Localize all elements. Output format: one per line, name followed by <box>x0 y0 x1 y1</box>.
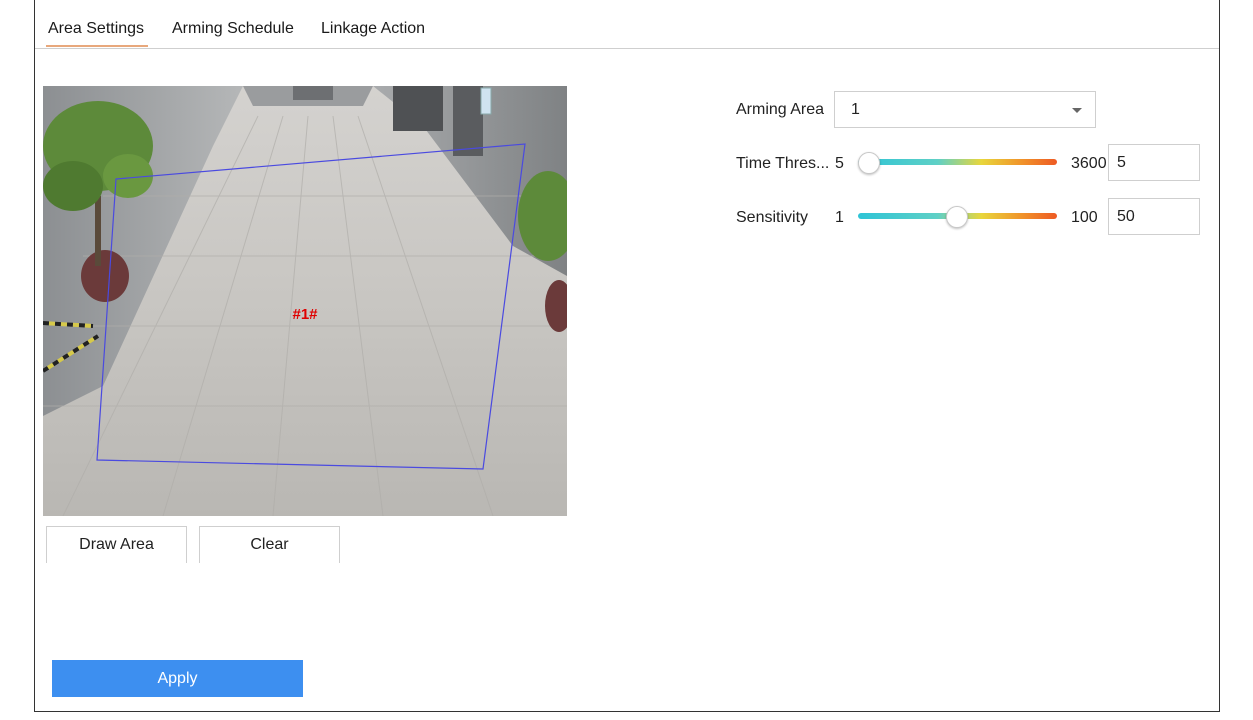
tab-arming-schedule[interactable]: Arming Schedule <box>172 20 294 38</box>
region-label: #1# <box>292 306 318 323</box>
settings-panel: Area Settings Arming Schedule Linkage Ac… <box>34 0 1220 712</box>
arming-area-select[interactable]: 1 <box>834 91 1096 128</box>
draw-area-button[interactable]: Draw Area <box>46 526 187 563</box>
sensitivity-max: 100 <box>1071 209 1098 226</box>
arming-area-label: Arming Area <box>736 101 825 118</box>
sensitivity-min: 1 <box>835 209 844 226</box>
sensitivity-input[interactable]: 50 <box>1108 198 1200 235</box>
time-threshold-min: 5 <box>835 155 844 172</box>
tab-linkage-action[interactable]: Linkage Action <box>321 20 425 38</box>
arming-area-value: 1 <box>851 101 860 118</box>
clear-button[interactable]: Clear <box>199 526 340 563</box>
tab-bar: Area Settings Arming Schedule Linkage Ac… <box>35 0 1219 49</box>
sensitivity-slider-handle[interactable] <box>945 206 968 228</box>
time-threshold-slider[interactable] <box>858 159 1057 165</box>
time-threshold-value: 5 <box>1117 154 1126 171</box>
tab-area-settings[interactable]: Area Settings <box>45 20 149 47</box>
apply-button[interactable]: Apply <box>52 660 303 697</box>
time-threshold-max: 3600 <box>1071 155 1107 172</box>
chevron-down-icon <box>1072 108 1082 113</box>
time-threshold-label: Time Thres... <box>736 155 830 172</box>
time-threshold-slider-handle[interactable] <box>858 152 880 174</box>
camera-preview[interactable]: #1# <box>43 86 567 516</box>
sensitivity-value: 50 <box>1117 208 1135 225</box>
sensitivity-label: Sensitivity <box>736 209 809 226</box>
time-threshold-input[interactable]: 5 <box>1108 144 1200 181</box>
preview-image: #1# <box>43 86 567 516</box>
